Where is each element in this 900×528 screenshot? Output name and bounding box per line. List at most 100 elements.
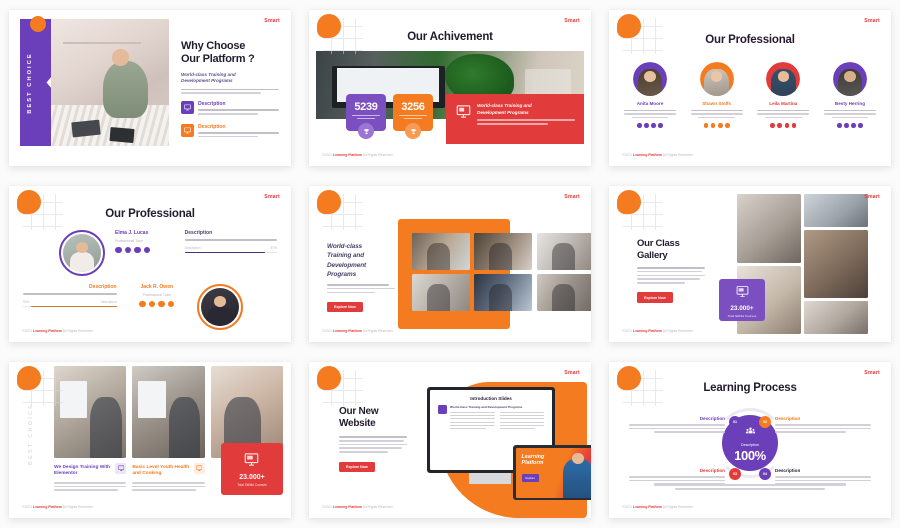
slide-our-new-website[interactable]: Smart Our New Website Explore Now Introd… (309, 362, 591, 518)
orange-dot (30, 16, 46, 32)
process-step[interactable]: 02 Description (759, 416, 871, 435)
member-bio (621, 109, 679, 119)
description-block: Description 92% Description (23, 284, 117, 308)
explore-now-button[interactable]: Explore Now (339, 461, 375, 472)
laptop-button[interactable]: Explore (521, 474, 539, 483)
process-step[interactable]: 01 Description (629, 416, 741, 435)
avatar (197, 284, 243, 330)
footer-copyright: ©2021 Learning Platform All Rights Reser… (322, 153, 393, 157)
courses-badge[interactable]: 23.000+ Total Skillful Courses (220, 443, 283, 495)
page-title: Why Choose Our Platform ? (181, 40, 255, 66)
slide-learning-process[interactable]: Smart Learning Process Description 100% … (609, 362, 891, 518)
footer-copyright: ©2021 Learning Platform All Rights Reser… (622, 153, 693, 157)
feature-item-1[interactable]: Description (181, 100, 279, 117)
slide-our-professional-detail[interactable]: Smart Our Professional Elma J. Lucas Pro… (9, 186, 291, 342)
trophy-icon (405, 123, 421, 140)
gallery-photo[interactable] (412, 233, 470, 270)
monitor-icon (736, 285, 749, 303)
gallery-photo[interactable] (412, 274, 470, 311)
slide-cell-1: Smart BEST CHOICE Why Choose Our Platfor… (0, 0, 300, 176)
best-choice-label: BEST CHOICE (28, 403, 34, 466)
team-member[interactable]: Shawn Stolfs (688, 62, 746, 128)
purple-shape (20, 19, 54, 146)
brand-logo: Smart (864, 194, 880, 200)
slide-our-achievement[interactable]: Smart Our Achivement 5239 3256 World-cla… (309, 10, 591, 166)
badge-label: Total Skillful Courses (237, 482, 267, 487)
course-photo (132, 366, 205, 458)
step-title: Description (775, 468, 801, 473)
gallery-photo[interactable] (804, 301, 868, 334)
gallery-photo[interactable] (474, 274, 532, 311)
orange-blob-decoration (617, 366, 641, 390)
badge-label: Total Skillful Courses (727, 313, 757, 318)
feature-item-2[interactable]: Description (181, 123, 279, 140)
hero-photo (51, 19, 169, 146)
slide-why-choose-our-platform[interactable]: Smart BEST CHOICE Why Choose Our Platfor… (9, 10, 291, 166)
page-subtitle: World-class Training and Development Pro… (181, 71, 236, 84)
mockup-screen-title: Introduction Slides (470, 396, 512, 401)
monitor-stand (469, 473, 511, 484)
stat-card[interactable]: 3256 (393, 94, 433, 140)
person-name: Elma J. Lucas (115, 230, 149, 236)
stat-value: 3256 (401, 101, 425, 113)
team-member[interactable]: Leila Martina (754, 62, 812, 128)
gallery-photo[interactable] (737, 194, 801, 263)
avatar (766, 62, 801, 96)
slide1-content: Why Choose Our Platform ? World-class Tr… (181, 40, 279, 139)
explore-now-button[interactable]: Explore Now (327, 302, 363, 313)
mockup-text-cols (450, 412, 544, 431)
stat-card[interactable]: 5239 (346, 94, 386, 140)
slide-our-professional-team[interactable]: Smart Our Professional Anita Moore Shawn… (609, 10, 891, 166)
brand-logo: Smart (264, 194, 280, 200)
gallery-photo[interactable] (804, 229, 868, 299)
brand-logo: Smart (564, 18, 580, 24)
stat-value: 5239 (354, 101, 378, 113)
footer-copyright: ©2021 Learning Platform All Rights Reser… (622, 505, 693, 509)
slide-cell-8: Smart Our New Website Explore Now Introd… (300, 352, 600, 528)
gallery-photo[interactable] (537, 274, 591, 311)
center-label: Description (741, 442, 759, 447)
progress-label: 92% Description (23, 299, 117, 304)
explore-now-button[interactable]: Explore Now (637, 292, 673, 303)
member-bio (688, 109, 746, 119)
avatar (59, 230, 105, 276)
photo-column (537, 233, 591, 311)
course-card[interactable]: We Design Training With Elementor (54, 366, 127, 498)
team-member[interactable]: Besty Herring (821, 62, 879, 128)
slide-cell-9: Smart Learning Process Description 100% … (600, 352, 900, 528)
body-text (181, 88, 279, 94)
team-members-row: Anita Moore Shawn Stolfs Leila Martina B… (621, 62, 879, 128)
step-number: 01 (729, 416, 741, 428)
course-card[interactable]: Basic Level Youth Health and Cooking (132, 366, 205, 498)
slide-our-class-gallery[interactable]: Smart Our Class Gallery Explore Now 23.0… (609, 186, 891, 342)
course-card[interactable]: 23.000+ Total Skillful Courses (210, 366, 283, 498)
footer-copyright: ©2021 Learning Platform All Rights Reser… (622, 329, 693, 333)
footer-copyright: ©2021 Learning Platform All Rights Reser… (22, 329, 93, 333)
slide-cell-7: BEST CHOICE We Design Training With Elem… (0, 352, 300, 528)
description-block: Description Description 87% (184, 230, 277, 254)
footer-copyright: ©2021 Learning Platform All Rights Reser… (322, 505, 393, 509)
monitor-icon (181, 123, 194, 137)
group-icon (745, 424, 756, 442)
callout-card[interactable]: World-class Training and Development Pro… (446, 94, 584, 144)
courses-badge[interactable]: 23.000+ Total Skillful Courses (719, 279, 765, 321)
slide-world-class-training[interactable]: Smart World-class Training and Developme… (309, 186, 591, 342)
stat-label (397, 115, 429, 119)
gallery-photo[interactable] (537, 233, 591, 270)
brand-logo: Smart (264, 18, 280, 24)
slide-grid: Smart BEST CHOICE Why Choose Our Platfor… (0, 0, 900, 528)
team-member[interactable]: Anita Moore (621, 62, 679, 128)
avatar (699, 62, 734, 96)
rating-dots (621, 122, 679, 128)
slide-course-highlights[interactable]: BEST CHOICE We Design Training With Elem… (9, 362, 291, 518)
monitor-icon (181, 100, 194, 114)
orange-blob-decoration (17, 366, 41, 390)
monitor-icon (193, 463, 205, 474)
laptop-screen: Learning Platform Explore (515, 447, 591, 498)
progress-bar (23, 305, 117, 308)
progress-bar (184, 251, 277, 254)
mockup-thumbnail (438, 405, 447, 414)
gallery-photo[interactable] (474, 233, 532, 270)
gallery-photo[interactable] (804, 194, 868, 227)
course-columns: We Design Training With Elementor Basic … (54, 366, 283, 498)
